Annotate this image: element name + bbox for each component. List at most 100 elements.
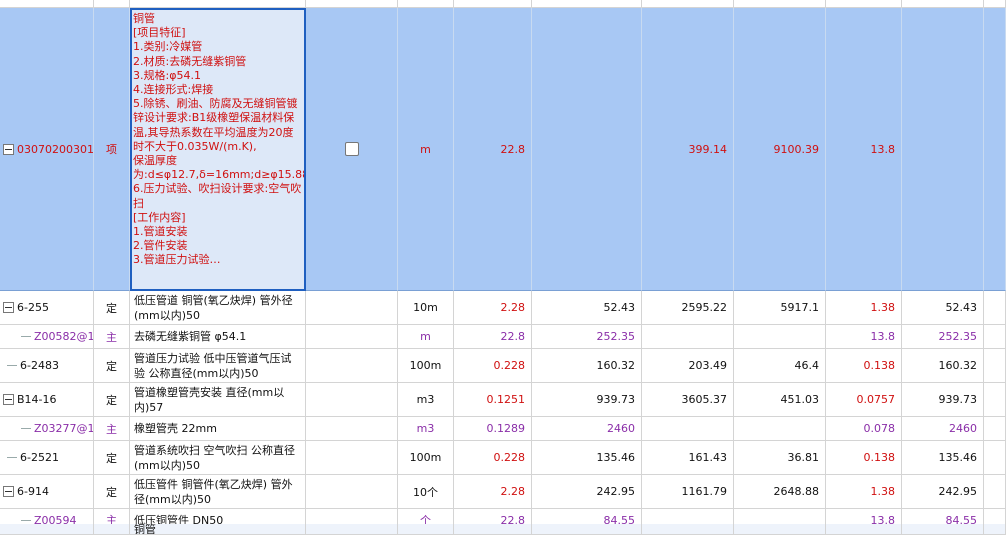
sub-item-qty[interactable]: 2.28: [454, 475, 532, 509]
sub-item-description-text: 管道系统吹扫 空气吹扫 公称直径(mm以内)50: [134, 444, 295, 472]
col10-cell[interactable]: [902, 8, 984, 291]
sub-item-row[interactable]: Z03277@1 主橡塑管壳 22mm m3 0.1289 2460 0.078 2460: [0, 417, 1006, 441]
collapse-toggle-icon[interactable]: [3, 302, 14, 313]
sub-item-code-cell[interactable]: 6-255: [0, 291, 94, 325]
sub-item-row[interactable]: 6-2483 定管道压力试验 低中压管道气压试验 公称直径(mm以内)50 100m…: [0, 349, 1006, 383]
sub-item-row[interactable]: 6-255 定低压管道 铜管(氧乙炔焊) 管外径(mm以内)50 10m 2.28 52…: [0, 291, 1006, 325]
sub-item-kind[interactable]: 定: [94, 383, 130, 417]
sub-item-c8[interactable]: 451.03: [734, 383, 826, 417]
sub-item-c7[interactable]: 203.49: [642, 349, 734, 383]
unit-cell[interactable]: m: [398, 8, 454, 291]
sub-item-unit[interactable]: 100m: [398, 349, 454, 383]
sub-item-code-cell[interactable]: Z03277@1: [0, 417, 94, 441]
sub-item-c6[interactable]: 52.43: [532, 291, 642, 325]
item-kind-cell[interactable]: 项: [94, 8, 130, 291]
sub-item-kind[interactable]: 定: [94, 441, 130, 475]
sub-item-kind[interactable]: 定: [94, 475, 130, 509]
sub-item-code-cell[interactable]: Z00582@1: [0, 325, 94, 349]
sub-item-c9[interactable]: 0.138: [826, 349, 902, 383]
sub-item-c8[interactable]: [734, 325, 826, 349]
sub-item-c6[interactable]: 242.95: [532, 475, 642, 509]
sub-item-c7[interactable]: 2595.22: [642, 291, 734, 325]
col9-cell[interactable]: 13.8: [826, 8, 902, 291]
collapse-toggle-icon[interactable]: [3, 143, 14, 155]
sub-item-kind[interactable]: 定: [94, 291, 130, 325]
selected-bill-item-row[interactable]: 030702003011 项 铜管 [项目特征] 1.类别:冷媒管 2.材质:去磷无缝…: [0, 8, 1006, 291]
sub-item-c6[interactable]: 939.73: [532, 383, 642, 417]
quantity-cell[interactable]: 22.8: [454, 8, 532, 291]
sub-item-c9[interactable]: 1.38: [826, 291, 902, 325]
sub-item-row[interactable]: Z00582@1 主去磷无缝紫铜管 φ54.1 m 22.8 252.35 13.8 252…: [0, 325, 1006, 349]
next-bill-item-row[interactable]: 铜管: [0, 524, 1006, 535]
sub-item-c8[interactable]: 2648.88: [734, 475, 826, 509]
sub-item-kind[interactable]: 主: [94, 417, 130, 441]
sub-item-unit[interactable]: 10个: [398, 475, 454, 509]
collapse-toggle-icon[interactable]: [3, 486, 14, 497]
sub-item-c10[interactable]: 242.95: [902, 475, 984, 509]
sub-item-description[interactable]: 管道压力试验 低中压管道气压试验 公称直径(mm以内)50: [130, 349, 306, 383]
sub-item-c8[interactable]: 5917.1: [734, 291, 826, 325]
sub-item-description[interactable]: 去磷无缝紫铜管 φ54.1: [130, 325, 306, 349]
sub-item-c10[interactable]: 135.46: [902, 441, 984, 475]
sub-item-description[interactable]: 橡塑管壳 22mm: [130, 417, 306, 441]
include-checkbox[interactable]: [344, 142, 359, 156]
sub-item-c7[interactable]: 3605.37: [642, 383, 734, 417]
sub-item-c9[interactable]: 0.0757: [826, 383, 902, 417]
sub-item-description[interactable]: 管道系统吹扫 空气吹扫 公称直径(mm以内)50: [130, 441, 306, 475]
item-code-cell[interactable]: 030702003011: [0, 8, 94, 291]
sub-item-row[interactable]: 6-914 定低压管件 铜管件(氧乙炔焊) 管外径(mm以内)50 10个 2.28 2…: [0, 475, 1006, 509]
sub-item-code-cell[interactable]: 6-2521: [0, 441, 94, 475]
sub-item-code: Z03277@1: [34, 422, 94, 435]
sub-item-c8[interactable]: [734, 417, 826, 441]
item-description-cell[interactable]: 铜管 [项目特征] 1.类别:冷媒管 2.材质:去磷无缝紫铜管 3.规格:φ54.1 4.…: [130, 8, 306, 291]
sub-item-c6[interactable]: 135.46: [532, 441, 642, 475]
sub-item-description-text: 橡塑管壳 22mm: [134, 422, 217, 436]
sub-item-qty[interactable]: 22.8: [454, 325, 532, 349]
sub-item-c10[interactable]: 252.35: [902, 325, 984, 349]
sub-item-qty[interactable]: 2.28: [454, 291, 532, 325]
sub-item-kind[interactable]: 主: [94, 325, 130, 349]
sub-item-unit[interactable]: m3: [398, 383, 454, 417]
sub-item-qty[interactable]: 0.1289: [454, 417, 532, 441]
sub-item-description[interactable]: 低压管道 铜管(氧乙炔焊) 管外径(mm以内)50: [130, 291, 306, 325]
col8-cell[interactable]: 9100.39: [734, 8, 826, 291]
sub-item-c9[interactable]: 13.8: [826, 325, 902, 349]
sub-item-unit[interactable]: 10m: [398, 291, 454, 325]
sub-item-row[interactable]: 6-2521 定管道系统吹扫 空气吹扫 公称直径(mm以内)50 100m 0.228…: [0, 441, 1006, 475]
trailing-cell: [984, 383, 1006, 417]
sub-item-c6[interactable]: 252.35: [532, 325, 642, 349]
sub-item-unit[interactable]: m3: [398, 417, 454, 441]
sub-item-description[interactable]: 低压管件 铜管件(氧乙炔焊) 管外径(mm以内)50: [130, 475, 306, 509]
col6-cell[interactable]: [532, 8, 642, 291]
sub-item-c6[interactable]: 160.32: [532, 349, 642, 383]
sub-item-qty[interactable]: 0.1251: [454, 383, 532, 417]
sub-item-c10[interactable]: 160.32: [902, 349, 984, 383]
sub-item-c7[interactable]: 1161.79: [642, 475, 734, 509]
sub-item-c10[interactable]: 52.43: [902, 291, 984, 325]
sub-item-c7[interactable]: [642, 325, 734, 349]
sub-item-unit[interactable]: 100m: [398, 441, 454, 475]
bill-of-quantities-grid[interactable]: 030702003011 项 铜管 [项目特征] 1.类别:冷媒管 2.材质:去磷无缝…: [0, 0, 1006, 535]
sub-item-c7[interactable]: [642, 417, 734, 441]
sub-item-c8[interactable]: 36.81: [734, 441, 826, 475]
sub-item-c6[interactable]: 2460: [532, 417, 642, 441]
col7-cell[interactable]: 399.14: [642, 8, 734, 291]
sub-item-qty[interactable]: 0.228: [454, 349, 532, 383]
sub-item-c7[interactable]: 161.43: [642, 441, 734, 475]
sub-item-unit[interactable]: m: [398, 325, 454, 349]
sub-item-code-cell[interactable]: 6-2483: [0, 349, 94, 383]
collapse-toggle-icon[interactable]: [3, 394, 14, 405]
sub-item-c8[interactable]: 46.4: [734, 349, 826, 383]
sub-item-row[interactable]: B14-16 定管道橡塑管壳安装 直径(mm以内)57 m3 0.1251 939.73…: [0, 383, 1006, 417]
sub-item-code-cell[interactable]: B14-16: [0, 383, 94, 417]
sub-item-c9[interactable]: 0.078: [826, 417, 902, 441]
checkbox-cell[interactable]: …: [306, 8, 398, 291]
sub-item-description[interactable]: 管道橡塑管壳安装 直径(mm以内)57: [130, 383, 306, 417]
sub-item-c10[interactable]: 2460: [902, 417, 984, 441]
sub-item-code-cell[interactable]: 6-914: [0, 475, 94, 509]
sub-item-qty[interactable]: 0.228: [454, 441, 532, 475]
sub-item-c9[interactable]: 1.38: [826, 475, 902, 509]
sub-item-kind[interactable]: 定: [94, 349, 130, 383]
sub-item-c9[interactable]: 0.138: [826, 441, 902, 475]
sub-item-c10[interactable]: 939.73: [902, 383, 984, 417]
